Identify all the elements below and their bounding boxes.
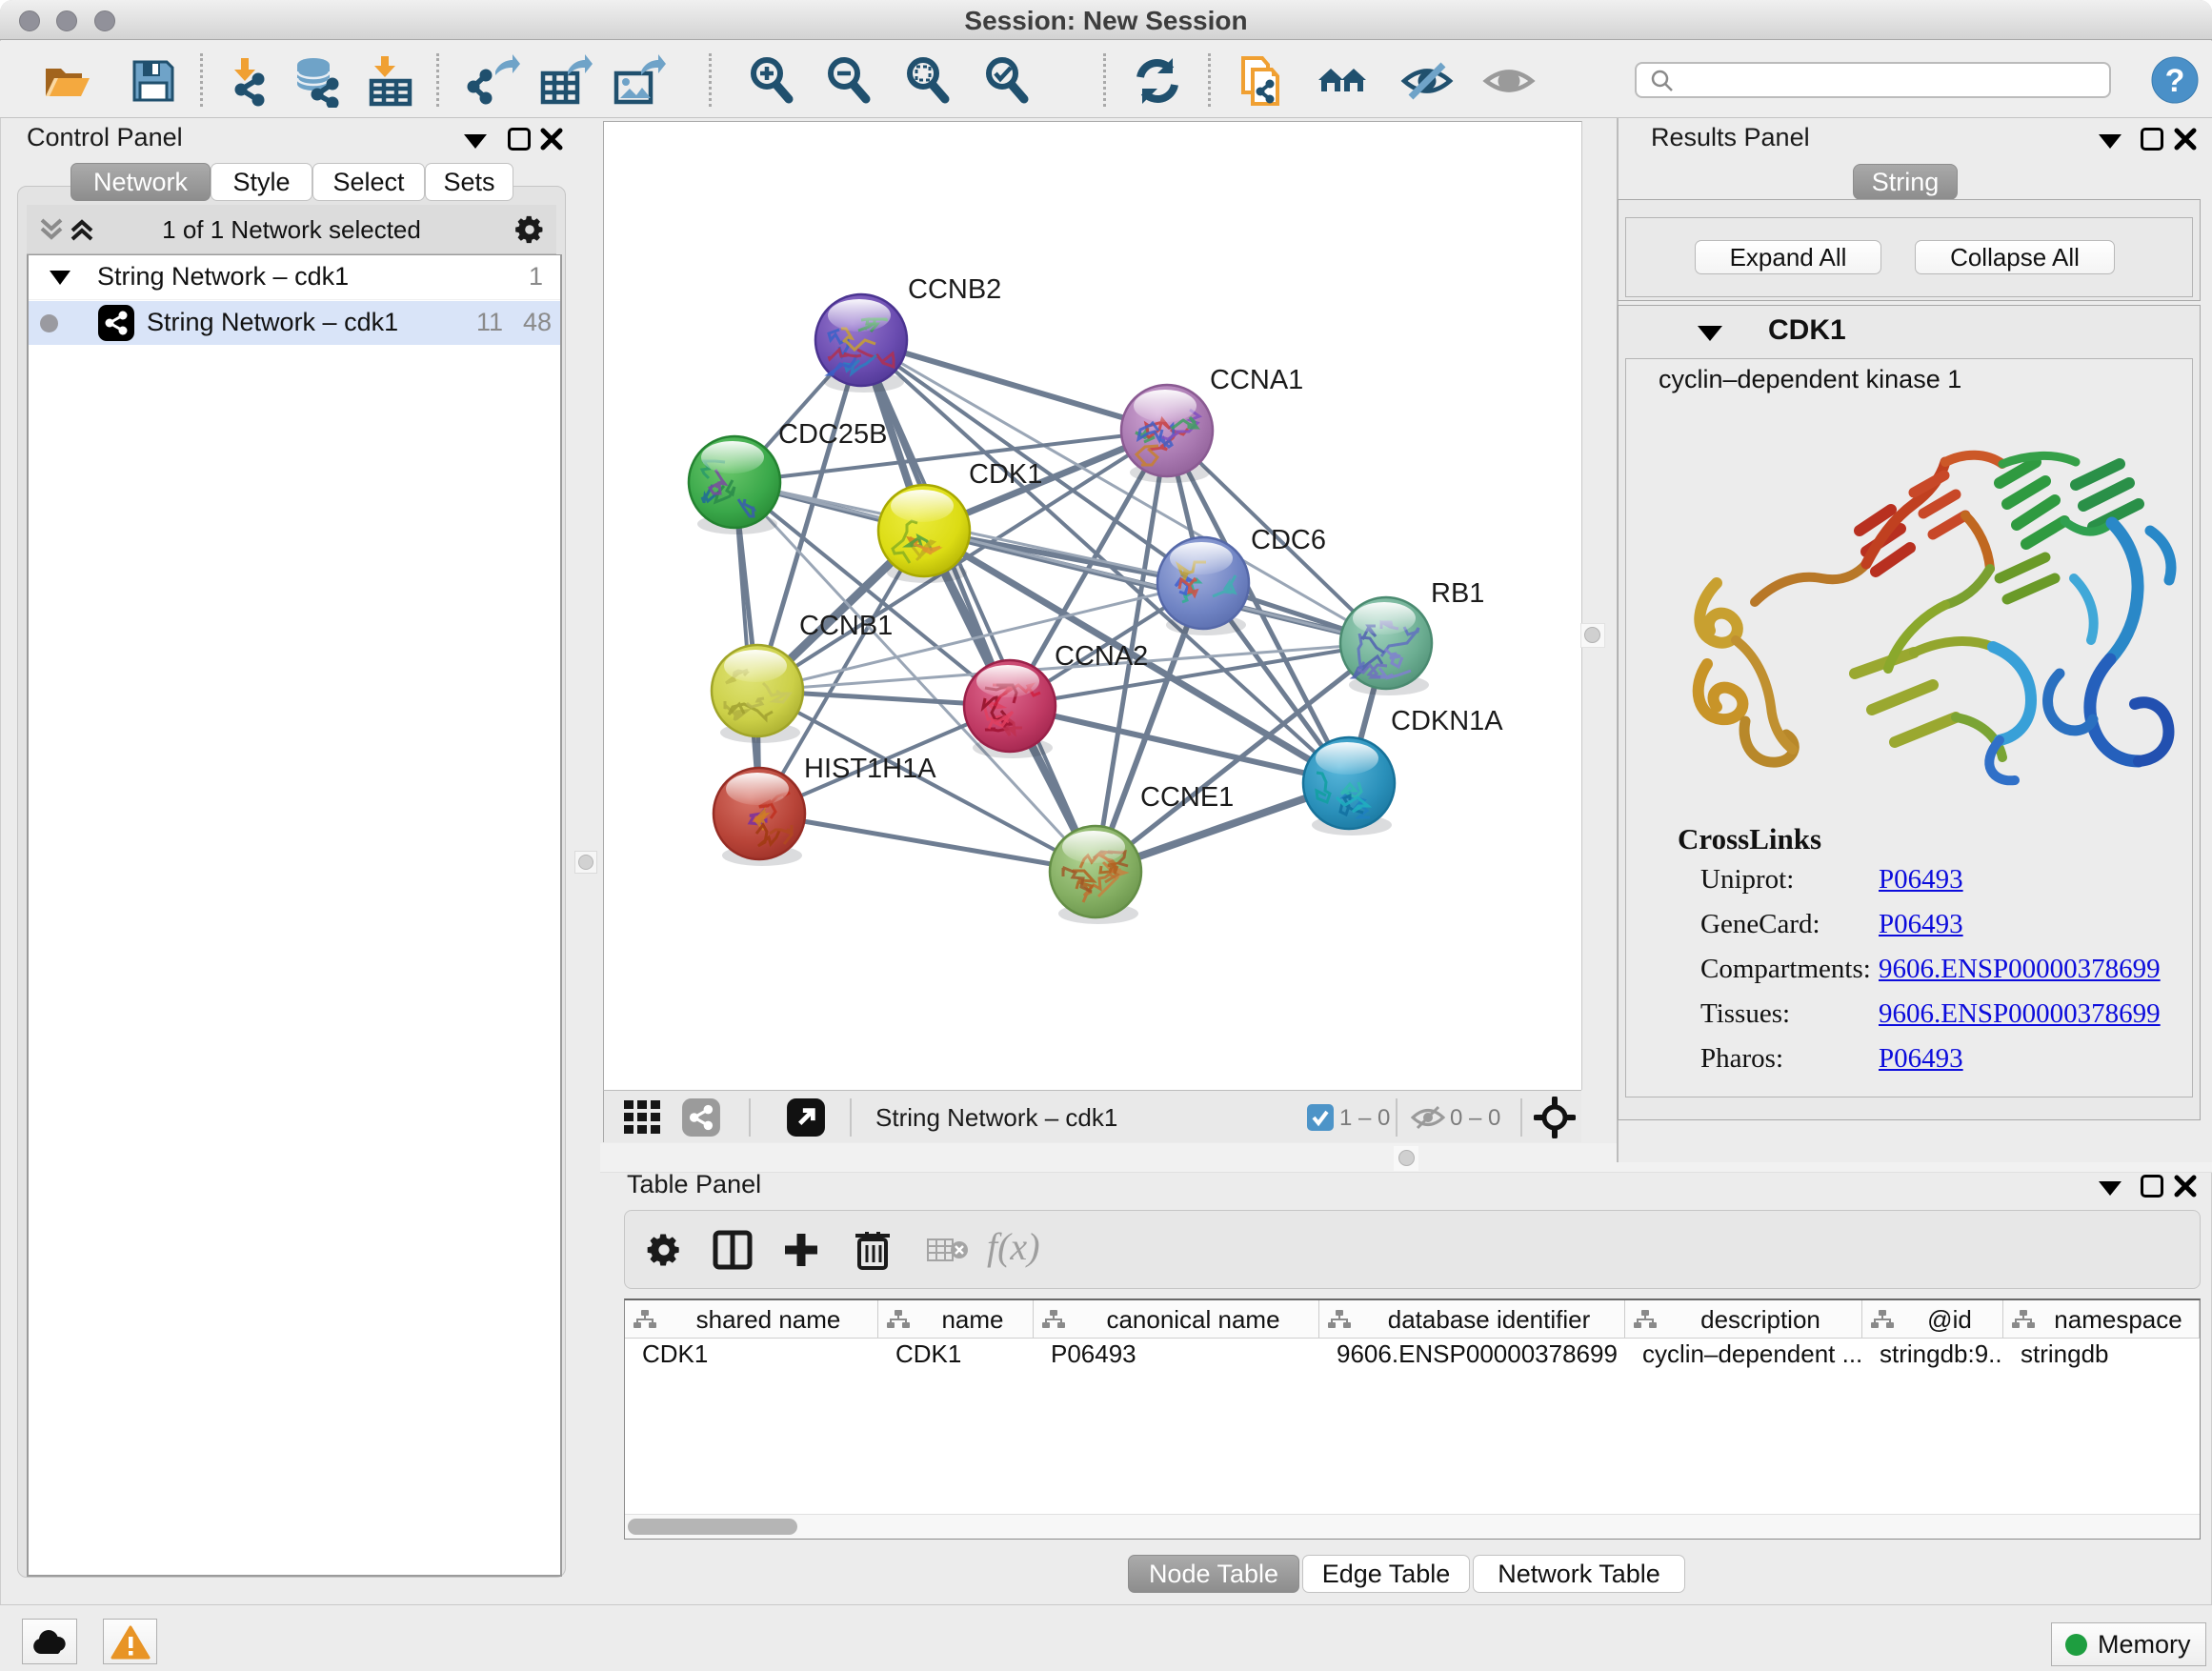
svg-text:CDK1: CDK1 bbox=[969, 459, 1042, 490]
svg-text:HIST1H1A: HIST1H1A bbox=[804, 754, 936, 784]
svg-text:RB1: RB1 bbox=[1431, 578, 1484, 609]
svg-text:CCNE1: CCNE1 bbox=[1140, 782, 1234, 813]
svg-text:CDKN1A: CDKN1A bbox=[1391, 706, 1503, 736]
svg-text:CCNA2: CCNA2 bbox=[1055, 641, 1148, 672]
svg-text:CCNB2: CCNB2 bbox=[908, 274, 1001, 305]
svg-text:CCNB1: CCNB1 bbox=[799, 611, 893, 641]
svg-text:?: ? bbox=[2165, 63, 2185, 99]
svg-text:CDC25B: CDC25B bbox=[778, 419, 887, 450]
svg-text:CDC6: CDC6 bbox=[1251, 525, 1326, 555]
svg-text:CCNA1: CCNA1 bbox=[1210, 365, 1303, 395]
